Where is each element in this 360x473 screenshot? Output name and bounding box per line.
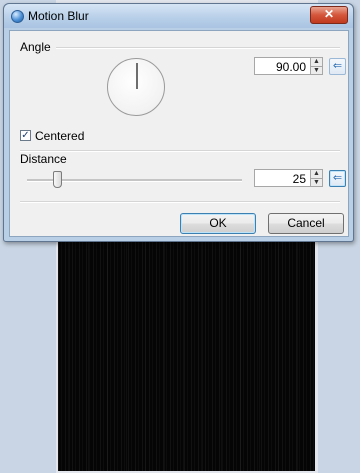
reset-arrow-icon: ⇐ xyxy=(332,172,343,184)
angle-down-arrow-icon[interactable]: ▼ xyxy=(311,66,322,75)
image-preview xyxy=(58,236,315,471)
distance-input[interactable]: 25 xyxy=(254,169,311,187)
buttons-separator xyxy=(20,201,340,203)
angle-dial-needle xyxy=(136,63,138,89)
distance-up-arrow-icon[interactable]: ▲ xyxy=(311,170,322,178)
ok-button[interactable]: OK xyxy=(180,213,256,234)
angle-separator xyxy=(56,47,340,49)
dialog-body: Angle 90.00 ▲ ▼ ⇐ ✓ Centered Distance 25… xyxy=(9,30,349,237)
angle-label: Angle xyxy=(20,40,51,54)
reset-arrow-icon: ⇐ xyxy=(332,60,343,72)
close-button[interactable]: ✕ xyxy=(310,6,348,24)
distance-down-arrow-icon[interactable]: ▼ xyxy=(311,178,322,187)
centered-checkbox[interactable]: ✓ xyxy=(20,130,31,141)
angle-up-arrow-icon[interactable]: ▲ xyxy=(311,58,322,66)
distance-label: Distance xyxy=(20,152,67,166)
angle-dial[interactable] xyxy=(107,58,165,116)
dialog-title: Motion Blur xyxy=(28,9,89,23)
title-bar[interactable]: Motion Blur ✕ xyxy=(4,4,353,28)
angle-reset-button[interactable]: ⇐ xyxy=(329,58,346,75)
distance-slider-thumb[interactable] xyxy=(53,171,62,188)
check-icon: ✓ xyxy=(21,130,30,141)
angle-input[interactable]: 90.00 xyxy=(254,57,311,75)
motion-blur-dialog: Motion Blur ✕ Angle 90.00 ▲ ▼ ⇐ ✓ Center… xyxy=(3,3,354,242)
centered-label[interactable]: Centered xyxy=(35,129,84,143)
motion-blur-texture xyxy=(58,236,315,471)
cancel-button[interactable]: Cancel xyxy=(268,213,344,234)
motion-blur-icon xyxy=(11,10,24,23)
distance-spinner[interactable]: ▲ ▼ xyxy=(310,169,323,187)
section-separator xyxy=(20,150,340,152)
close-icon: ✕ xyxy=(323,7,335,21)
distance-reset-button[interactable]: ⇐ xyxy=(329,170,346,187)
angle-spinner[interactable]: ▲ ▼ xyxy=(310,57,323,75)
